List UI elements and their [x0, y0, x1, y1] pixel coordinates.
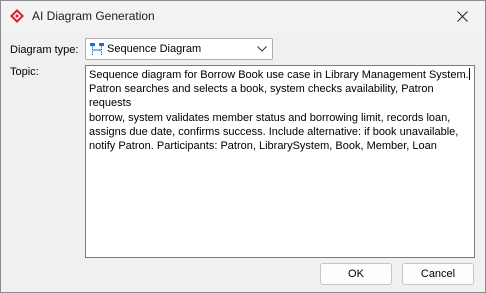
chevron-down-icon [257, 46, 267, 52]
ok-button[interactable]: OK [320, 263, 392, 285]
close-icon [456, 11, 468, 22]
sequence-diagram-icon [90, 43, 104, 55]
title-bar: AI Diagram Generation [1, 1, 485, 33]
window-title: AI Diagram Generation [32, 9, 155, 23]
diagram-type-label: Diagram type: [10, 44, 79, 56]
diagram-type-select[interactable]: Sequence Diagram [85, 38, 273, 60]
app-logo-icon [10, 9, 24, 23]
diagram-type-value: Sequence Diagram [107, 43, 202, 55]
cancel-button[interactable]: Cancel [402, 263, 474, 285]
ai-diagram-dialog: AI Diagram Generation Diagram type: Sequ… [0, 0, 486, 293]
close-button[interactable] [439, 1, 485, 32]
text-caret [468, 68, 470, 80]
topic-label: Topic: [10, 66, 39, 78]
topic-textarea[interactable]: Sequence diagram for Borrow Book use cas… [85, 65, 475, 258]
topic-text: Sequence diagram for Borrow Book use cas… [89, 68, 470, 153]
